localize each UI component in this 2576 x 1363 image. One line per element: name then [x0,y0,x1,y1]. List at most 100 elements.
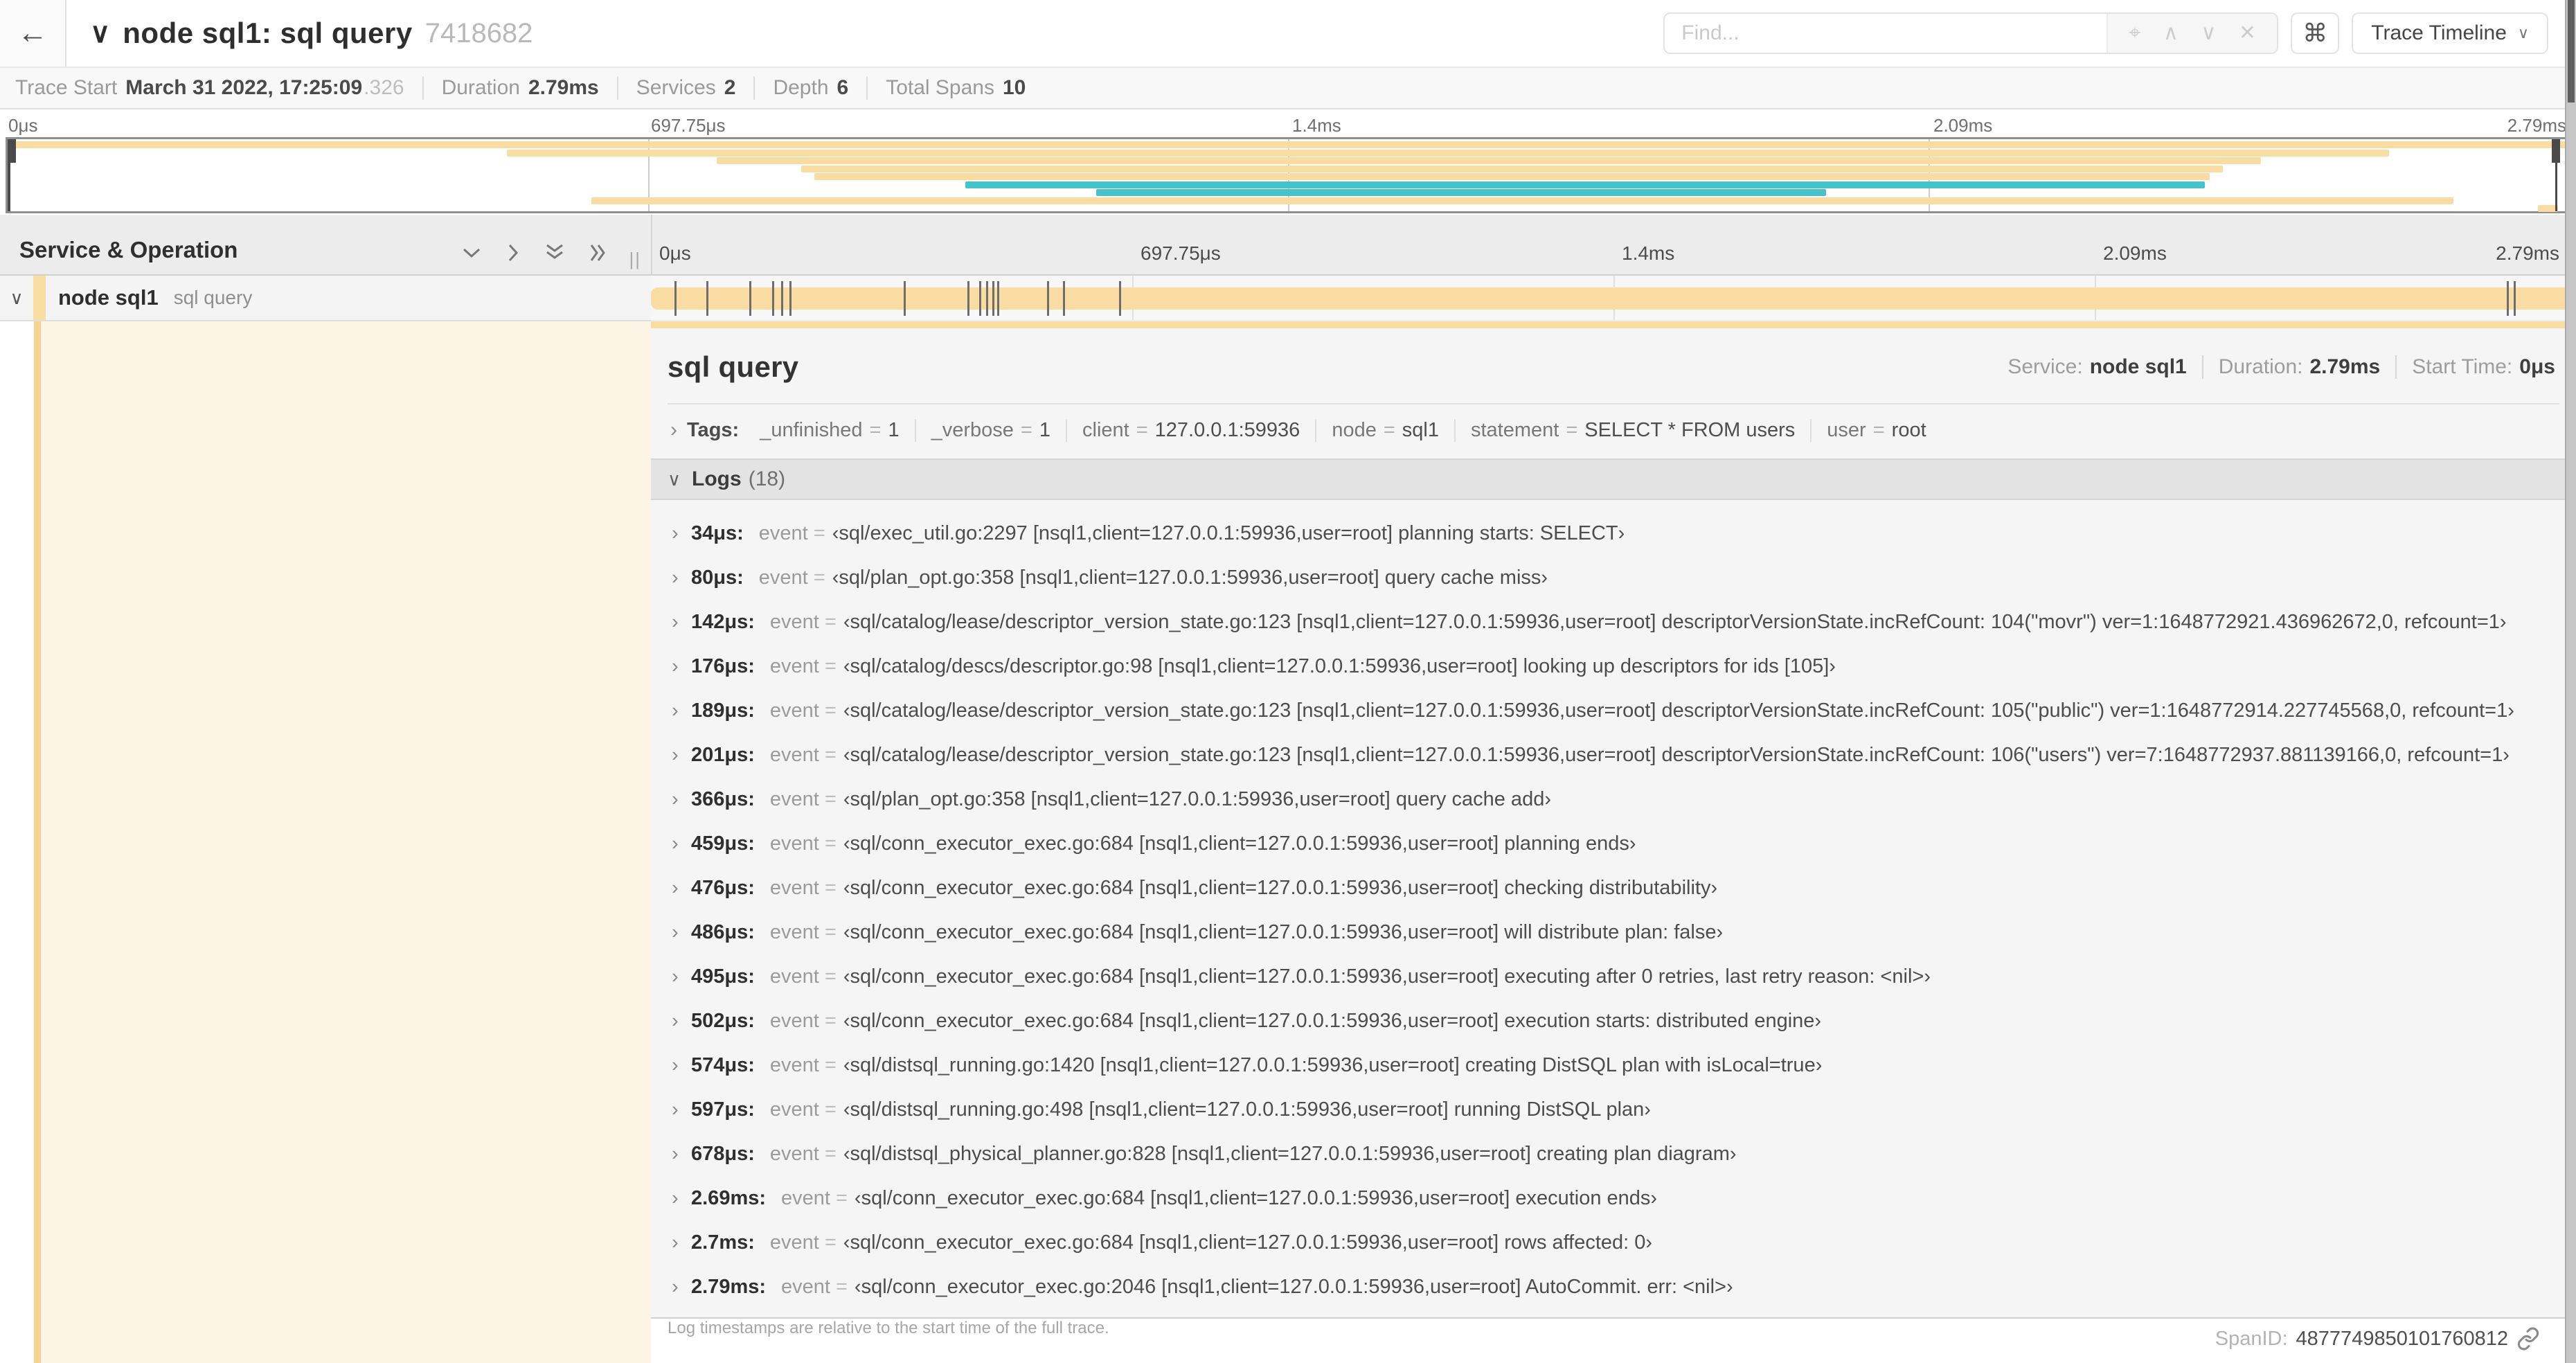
log-row[interactable]: › 495μs: event = ‹sql/conn_executor_exec.go:… [668,954,2559,999]
tag-item[interactable]: node = sql1 [1316,418,1456,442]
detail-operation-title: sql query [668,350,799,383]
log-timestamp: 34μs: [691,522,744,544]
summary-item-value: March 31 2022, 17:25:09 [125,76,363,99]
chevron-right-icon: › [672,1275,679,1298]
next-match-icon[interactable]: ∨ [2201,23,2216,44]
minimap-left-scrub-knob[interactable] [8,139,16,163]
column-resizer-handle[interactable]: || [629,249,641,270]
log-marker-tick[interactable] [1046,281,1049,316]
log-row[interactable]: › 189μs: event = ‹sql/catalog/lease/descript… [668,688,2559,733]
log-field-value: ‹sql/catalog/lease/descriptor_version_st… [843,699,2514,722]
chevron-down-icon: ∨ [2517,24,2529,42]
log-timestamp: 2.79ms: [691,1275,767,1298]
chevron-right-icon: › [672,832,679,855]
chevron-right-icon: › [672,965,679,988]
summary-item-label: Trace Start [15,76,118,99]
span-service-name: node sql1 [58,285,159,310]
log-marker-tick[interactable] [979,281,982,316]
log-row[interactable]: › 459μs: event = ‹sql/conn_executor_exec.go:… [668,821,2559,866]
span-row-name-cell[interactable]: ∨ node sql1 sql query [0,276,651,321]
log-row[interactable]: › 678μs: event = ‹sql/distsql_physical_plann… [668,1132,2559,1176]
logs-section-toggle[interactable]: ∨ Logs (18) [651,458,2576,500]
log-row[interactable]: › 34μs: event = ‹sql/exec_util.go:2297 [nsql… [668,511,2559,555]
log-marker-tick[interactable] [1118,281,1121,316]
span-collapse-icon[interactable]: ∨ [0,287,33,309]
log-field-value: ‹sql/conn_executor_exec.go:684 [nsql1,cl… [843,832,1636,855]
summary-item: Total Spans 10 [868,76,1044,100]
log-marker-tick[interactable] [789,281,792,316]
log-marker-tick[interactable] [674,281,677,316]
summary-item-label: Total Spans [886,76,994,99]
log-marker-tick[interactable] [781,281,784,316]
chevron-right-icon: › [672,876,679,899]
log-marker-tick[interactable] [903,281,906,316]
detail-left-gutter [0,321,651,1363]
span-row-timeline-cell[interactable] [651,276,2576,321]
log-row[interactable]: › 142μs: event = ‹sql/catalog/lease/descript… [668,600,2559,644]
tag-item[interactable]: user = root [1812,419,1941,442]
span-id-label: SpanID: [2215,1327,2288,1350]
tag-item[interactable]: _verbose = 1 [916,418,1068,442]
minimap-span-bar [814,173,2210,180]
log-marker-tick[interactable] [986,281,989,316]
view-selector-button[interactable]: Trace Timeline ∨ [2352,12,2548,54]
tag-item[interactable]: _unfinished = 1 [744,418,916,442]
log-timestamp: 678μs: [691,1142,755,1165]
clear-find-icon[interactable]: ✕ [2239,23,2256,44]
log-row[interactable]: › 176μs: event = ‹sql/catalog/descs/descript… [668,644,2559,688]
log-row[interactable]: › 486μs: event = ‹sql/conn_executor_exec.go:… [668,910,2559,954]
chevron-right-icon: › [672,920,679,943]
log-marker-tick[interactable] [772,281,775,316]
span-duration-bar[interactable] [651,287,2576,310]
log-marker-tick[interactable] [1062,281,1065,316]
log-marker-tick[interactable] [2507,281,2510,316]
deep-link-icon[interactable] [2516,1327,2540,1351]
collapse-trace-icon[interactable]: ∨ [90,17,110,49]
log-row[interactable]: › 502μs: event = ‹sql/conn_executor_exec.go:… [668,999,2559,1043]
minimap-canvas[interactable] [6,137,2570,213]
log-row[interactable]: › 201μs: event = ‹sql/catalog/lease/descript… [668,733,2559,777]
log-marker-tick[interactable] [997,281,1000,316]
equals-sign: = [824,876,837,899]
log-marker-tick[interactable] [2514,281,2516,316]
span-id-row: SpanID: 4877749850101760812 [2215,1327,2540,1351]
log-marker-tick[interactable] [967,281,970,316]
prev-match-icon[interactable]: ∧ [2163,23,2179,44]
equals-sign: = [824,920,837,943]
log-timestamp: 176μs: [691,654,755,677]
log-row[interactable]: › 80μs: event = ‹sql/plan_opt.go:358 [nsql1,… [668,555,2559,600]
log-row[interactable]: › 597μs: event = ‹sql/distsql_running.go:498… [668,1087,2559,1132]
log-marker-tick[interactable] [749,281,751,316]
log-row[interactable]: › 366μs: event = ‹sql/plan_opt.go:358 [nsql1… [668,777,2559,821]
back-button[interactable]: ← [0,0,66,66]
log-marker-tick[interactable] [992,281,995,316]
collapse-one-icon[interactable] [544,242,565,263]
log-row[interactable]: › 2.7ms: event = ‹sql/conn_executor_exec.go:… [668,1220,2559,1265]
detail-selected-backdrop [41,321,651,1363]
tag-key: client [1082,418,1129,441]
collapse-all-icon[interactable] [461,245,482,260]
minimap-right-scrub-knob[interactable] [2552,139,2560,163]
expand-one-icon[interactable] [589,242,609,263]
tag-item[interactable]: client = 127.0.0.1:59936 [1067,418,1317,442]
tags-section-toggle[interactable]: › Tags: _unfinished = 1 _verbose = 1 client = 12… [668,407,2559,453]
log-row[interactable]: › 476μs: event = ‹sql/conn_executor_exec.go:… [668,866,2559,910]
equals-sign: = [813,566,825,589]
find-input[interactable] [1665,14,2107,53]
log-row[interactable]: › 2.79ms: event = ‹sql/conn_executor_exec.go… [668,1265,2559,1309]
keyboard-shortcuts-button[interactable]: ⌘ [2291,12,2340,54]
vertical-scrollbar[interactable] [2565,0,2576,1363]
scrollbar-thumb[interactable] [2568,0,2575,103]
log-field-key: event [769,920,819,943]
log-row[interactable]: › 574μs: event = ‹sql/distsql_running.go:142… [668,1043,2559,1087]
expand-all-icon[interactable] [506,242,521,263]
tag-item[interactable]: statement = SELECT * FROM users [1456,418,1812,442]
chevron-right-icon: › [672,1142,679,1165]
log-field-key: event [769,876,819,899]
log-marker-tick[interactable] [706,281,708,316]
log-field-value: ‹sql/distsql_running.go:1420 [nsql1,clie… [843,1053,1823,1076]
timeline-tick-label: 2.09ms [2103,242,2167,264]
minimap-span-bar [965,181,2205,188]
locate-icon[interactable]: ⌖ [2129,23,2141,44]
log-row[interactable]: › 2.69ms: event = ‹sql/conn_executor_exec.go… [668,1176,2559,1220]
